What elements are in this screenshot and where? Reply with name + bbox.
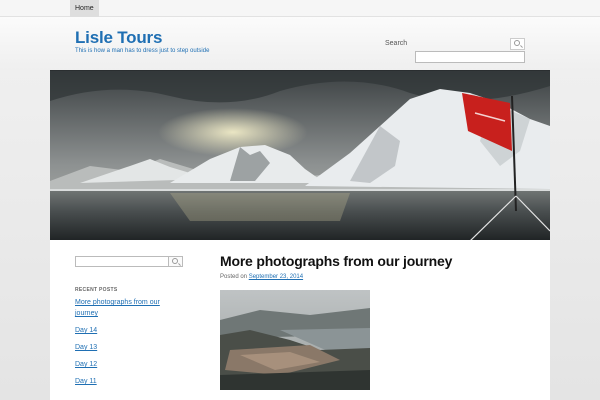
header-search-button[interactable] <box>510 38 525 50</box>
content-area: RECENT POSTS More photographs from our j… <box>50 240 550 400</box>
sidebar-search-input[interactable] <box>75 256 170 267</box>
search-icon <box>172 258 178 264</box>
header-search-input[interactable] <box>415 51 525 63</box>
header-search-label: Search <box>385 40 408 47</box>
search-icon <box>514 40 520 46</box>
site-tagline: This is how a man has to dress just to s… <box>75 48 210 54</box>
recent-post-link[interactable]: Day 12 <box>75 359 175 370</box>
recent-posts-list: More photographs from our journey Day 14… <box>75 297 175 393</box>
header-banner-image <box>50 70 550 240</box>
post-photo[interactable] <box>220 290 370 390</box>
post-date-link[interactable]: September 23, 2014 <box>249 274 303 280</box>
list-item: More photographs from our journey <box>75 297 175 319</box>
post-meta: Posted on September 23, 2014 <box>220 274 303 280</box>
recent-post-link[interactable]: Day 11 <box>75 376 175 387</box>
top-nav-bar: Home <box>0 0 600 17</box>
recent-post-link[interactable]: More photographs from our journey <box>75 297 175 319</box>
posted-on-label: Posted on <box>220 274 248 280</box>
list-item: Day 11 <box>75 376 175 387</box>
list-item: Day 13 <box>75 342 175 353</box>
sidebar-search-button[interactable] <box>168 256 183 267</box>
site-title[interactable]: Lisle Tours <box>75 28 162 48</box>
list-item: Day 12 <box>75 359 175 370</box>
recent-posts-heading: RECENT POSTS <box>75 287 118 293</box>
list-item: Day 14 <box>75 325 175 336</box>
recent-post-link[interactable]: Day 13 <box>75 342 175 353</box>
post-title[interactable]: More photographs from our journey <box>220 253 452 269</box>
recent-post-link[interactable]: Day 14 <box>75 325 175 336</box>
nav-home-link[interactable]: Home <box>70 0 99 17</box>
